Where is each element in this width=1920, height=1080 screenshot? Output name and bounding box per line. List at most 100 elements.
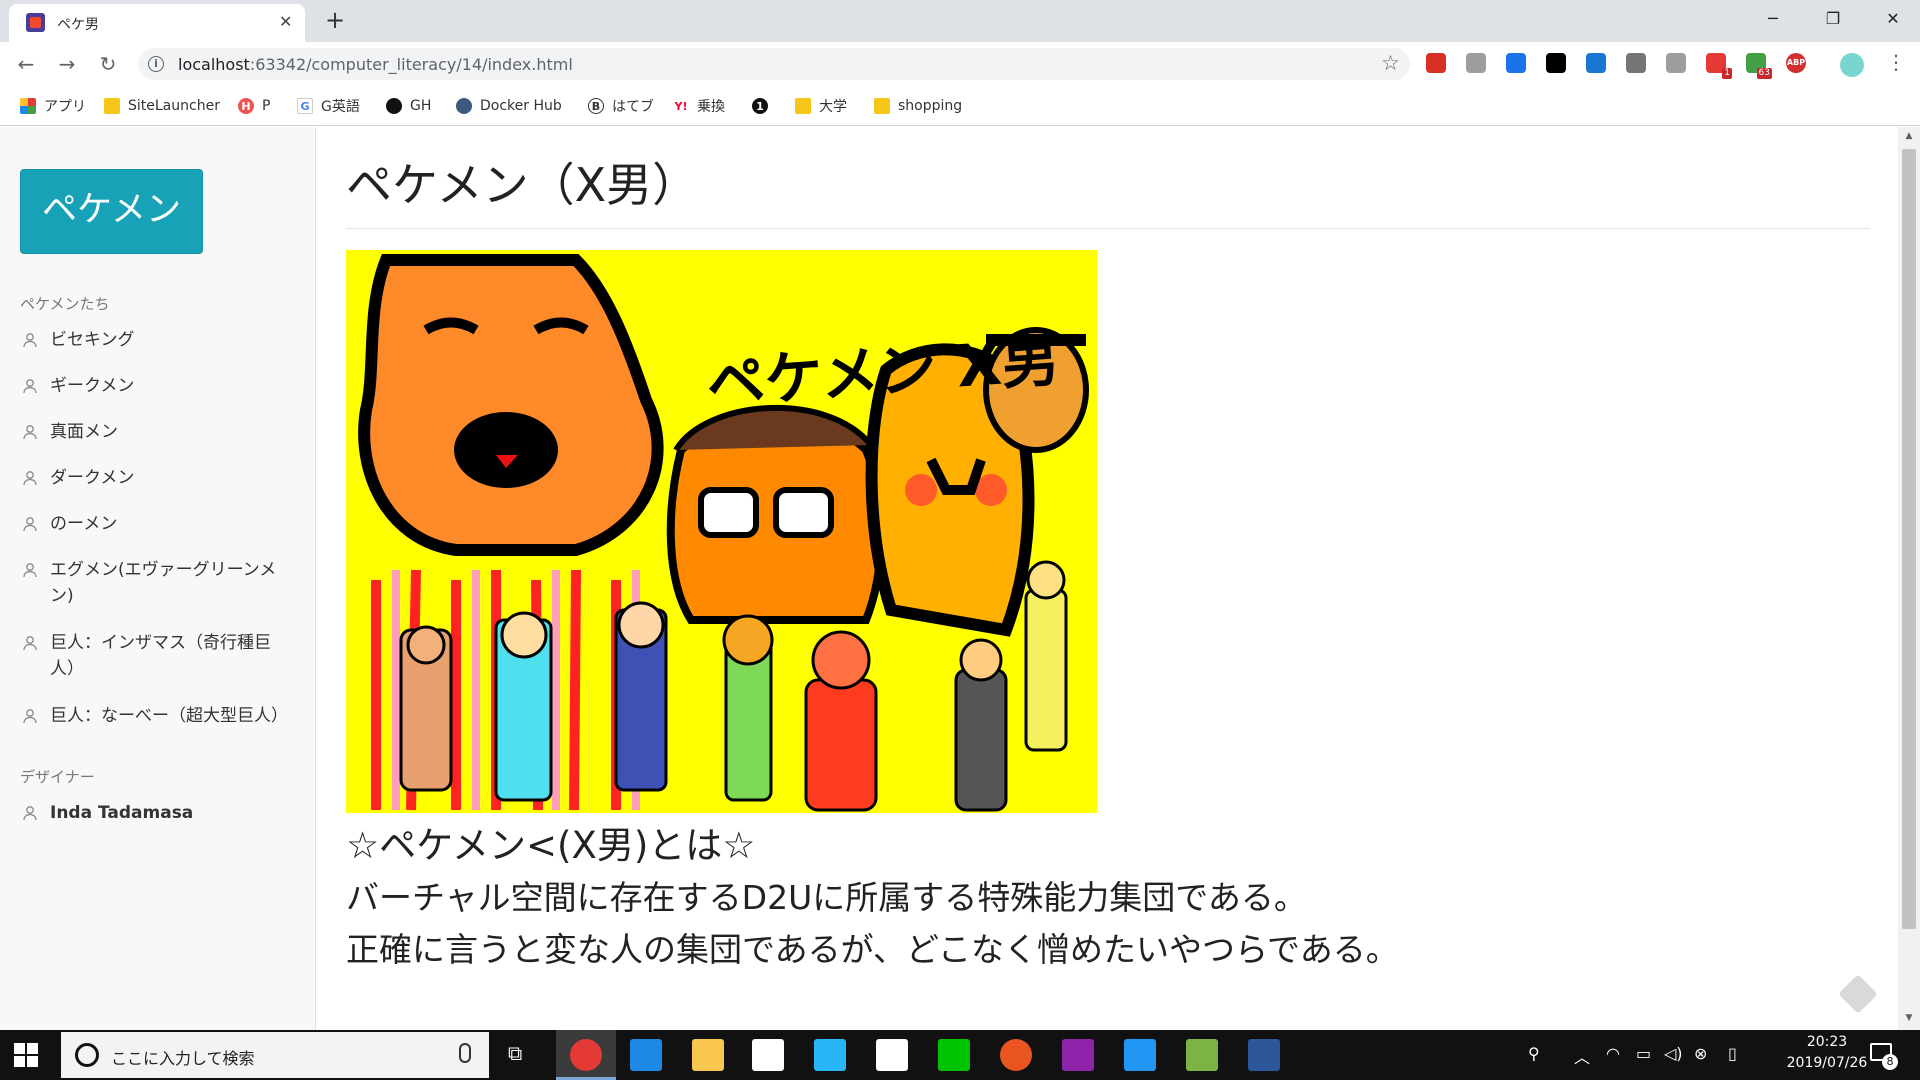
bookmark-item[interactable]: 1 bbox=[752, 95, 776, 117]
bookmark-item[interactable]: HP bbox=[238, 95, 270, 117]
clock-date[interactable]: 2019/07/26 bbox=[1772, 1055, 1882, 1071]
github-icon bbox=[386, 98, 402, 114]
sidebar-item-label: 巨人：なーべー（超大型巨人） bbox=[50, 706, 288, 726]
ime-icon[interactable]: ▯ bbox=[1728, 1044, 1737, 1063]
bookmark-item[interactable]: shopping bbox=[874, 95, 962, 117]
up-arrow-icon[interactable]: 63 bbox=[1746, 53, 1772, 79]
bookmark-item[interactable]: SiteLauncher bbox=[104, 95, 220, 117]
md-icon[interactable] bbox=[1626, 53, 1646, 73]
bookmark-item[interactable]: 大学 bbox=[795, 95, 847, 117]
sidebar-item-member[interactable]: ギークメン bbox=[22, 373, 292, 399]
bl-icon[interactable] bbox=[1586, 53, 1606, 73]
person-icon bbox=[23, 636, 37, 651]
network-off-icon[interactable]: ⊗ bbox=[1694, 1044, 1707, 1063]
minimize-button[interactable]: ─ bbox=[1750, 0, 1796, 40]
folder-icon bbox=[795, 98, 811, 114]
maximize-button[interactable]: ❐ bbox=[1810, 0, 1856, 40]
docker-icon bbox=[456, 98, 472, 114]
explorer-icon[interactable] bbox=[692, 1039, 724, 1071]
tray-chevron-icon[interactable]: ︿ bbox=[1574, 1044, 1590, 1068]
intellij-icon[interactable] bbox=[1062, 1039, 1094, 1071]
ublock-icon[interactable] bbox=[1426, 53, 1446, 73]
jb-icon[interactable] bbox=[1546, 53, 1566, 73]
scroll-thumb[interactable] bbox=[1902, 149, 1916, 929]
sidebar-item-member[interactable]: 巨人：インザマス（奇行種巨人） bbox=[22, 630, 292, 682]
person-icon bbox=[23, 425, 37, 440]
people-icon[interactable]: ⚲ bbox=[1528, 1044, 1540, 1063]
sidebar-item-member[interactable]: ビセキング bbox=[22, 327, 292, 353]
shield-icon[interactable] bbox=[1666, 53, 1686, 73]
bookmark-item[interactable]: アプリ bbox=[20, 95, 86, 117]
person-icon bbox=[23, 471, 37, 486]
sidebar-item-member[interactable]: エグメン(エヴァーグリーンメン) bbox=[22, 557, 292, 609]
page-scrollbar[interactable]: ▲ ▼ bbox=[1898, 127, 1920, 1030]
bookmark-star-icon[interactable]: ☆ bbox=[1381, 51, 1400, 75]
person-icon bbox=[23, 563, 37, 578]
address-bar[interactable]: i localhost:63342/computer_literacy/14/i… bbox=[138, 48, 1410, 80]
microphone-icon[interactable] bbox=[459, 1043, 471, 1063]
task-view-icon[interactable]: ⧉ bbox=[508, 1041, 522, 1065]
bookmark-item[interactable]: Docker Hub bbox=[456, 95, 562, 117]
new-tab-button[interactable]: + bbox=[325, 6, 345, 34]
cursor-icon[interactable] bbox=[1466, 53, 1486, 73]
tasks-icon[interactable]: 1 bbox=[1706, 53, 1732, 79]
taskbar-search-placeholder: ここに入力して検索 bbox=[111, 1049, 255, 1068]
volume-icon[interactable]: ◁) bbox=[1664, 1044, 1683, 1063]
browser-tab[interactable]: ペケ男 ✕ bbox=[9, 4, 305, 42]
scroll-down-icon[interactable]: ▼ bbox=[1898, 1013, 1920, 1023]
section-label-designer: デザイナー bbox=[20, 768, 95, 786]
back-button[interactable]: ← bbox=[12, 50, 40, 78]
bookmarks-bar: アプリ SiteLauncher H P G G英語 GH Docker Hub B はてブ Y! 乗… bbox=[0, 86, 1920, 126]
bookmark-label: SiteLauncher bbox=[128, 98, 220, 114]
scroll-up-icon[interactable]: ▲ bbox=[1898, 131, 1920, 141]
sidebar-item-member[interactable]: ダークメン bbox=[22, 465, 292, 491]
yahoo-icon: Y! bbox=[673, 98, 689, 114]
tab-title: ペケ男 bbox=[57, 17, 99, 33]
line-icon[interactable] bbox=[938, 1039, 970, 1071]
section-label-members: ペケメンたち bbox=[20, 295, 110, 313]
onepassword-icon: 1 bbox=[752, 98, 768, 114]
description-line-1: バーチャル空間に存在するD2Uに所属する特殊能力集団である。 bbox=[346, 878, 1307, 917]
brand-button[interactable]: ペケメン bbox=[20, 169, 203, 254]
adblock-label: ABP bbox=[1786, 58, 1806, 67]
sidebar-item-designer[interactable]: Inda Tadamasa bbox=[22, 800, 292, 826]
bookmark-label: 大学 bbox=[819, 99, 847, 115]
sidebar-item-label: Inda Tadamasa bbox=[50, 803, 194, 823]
word-icon[interactable] bbox=[1248, 1039, 1280, 1071]
sidebar-item-member[interactable]: 巨人：なーべー（超大型巨人） bbox=[22, 703, 292, 729]
title-divider bbox=[346, 228, 1870, 229]
sidebar-item-member[interactable]: 真面メン bbox=[22, 419, 292, 445]
forward-button[interactable]: → bbox=[53, 50, 81, 78]
folder-icon bbox=[104, 98, 120, 114]
store-icon[interactable] bbox=[752, 1039, 784, 1071]
adblock-icon[interactable]: ABP bbox=[1786, 53, 1806, 73]
hatena-icon: B bbox=[588, 98, 604, 114]
clock-time[interactable]: 20:23 bbox=[1794, 1034, 1860, 1050]
favicon-icon bbox=[26, 13, 45, 32]
battery-icon[interactable]: ▭ bbox=[1636, 1044, 1651, 1063]
bookmark-item[interactable]: B はてブ bbox=[588, 95, 654, 117]
wifi-icon[interactable]: ◠ bbox=[1606, 1044, 1620, 1063]
mail-icon[interactable] bbox=[876, 1039, 908, 1071]
tab-close-icon[interactable]: ✕ bbox=[279, 10, 292, 34]
reload-button[interactable]: ↻ bbox=[94, 50, 122, 78]
edge-icon[interactable] bbox=[630, 1039, 662, 1071]
lambda-icon[interactable] bbox=[1186, 1039, 1218, 1071]
sidebar-item-member[interactable]: のーメン bbox=[22, 511, 292, 537]
bookmark-item[interactable]: Y! 乗換 bbox=[673, 95, 725, 117]
menu-icon[interactable]: ⋮ bbox=[1886, 50, 1906, 74]
profile-avatar[interactable] bbox=[1840, 53, 1864, 77]
kotlin-icon[interactable] bbox=[1124, 1039, 1156, 1071]
taskbar-search[interactable]: ここに入力して検索 bbox=[61, 1032, 489, 1078]
bitly-icon[interactable] bbox=[1506, 53, 1526, 73]
ubuntu-icon[interactable] bbox=[1000, 1039, 1032, 1071]
chrome-icon[interactable] bbox=[570, 1039, 602, 1071]
start-button[interactable] bbox=[14, 1043, 38, 1067]
bookmark-item[interactable]: G G英語 bbox=[297, 95, 360, 117]
url-text[interactable]: localhost:63342/computer_literacy/14/ind… bbox=[178, 55, 573, 74]
sidebar: ペケメン ペケメンたち ビセキングギークメン真面メンダークメンのーメンエグメン(… bbox=[0, 127, 316, 1030]
l-app-icon[interactable] bbox=[814, 1039, 846, 1071]
close-window-button[interactable]: ✕ bbox=[1870, 0, 1916, 40]
site-info-icon[interactable]: i bbox=[148, 56, 164, 72]
bookmark-item[interactable]: GH bbox=[386, 95, 431, 117]
